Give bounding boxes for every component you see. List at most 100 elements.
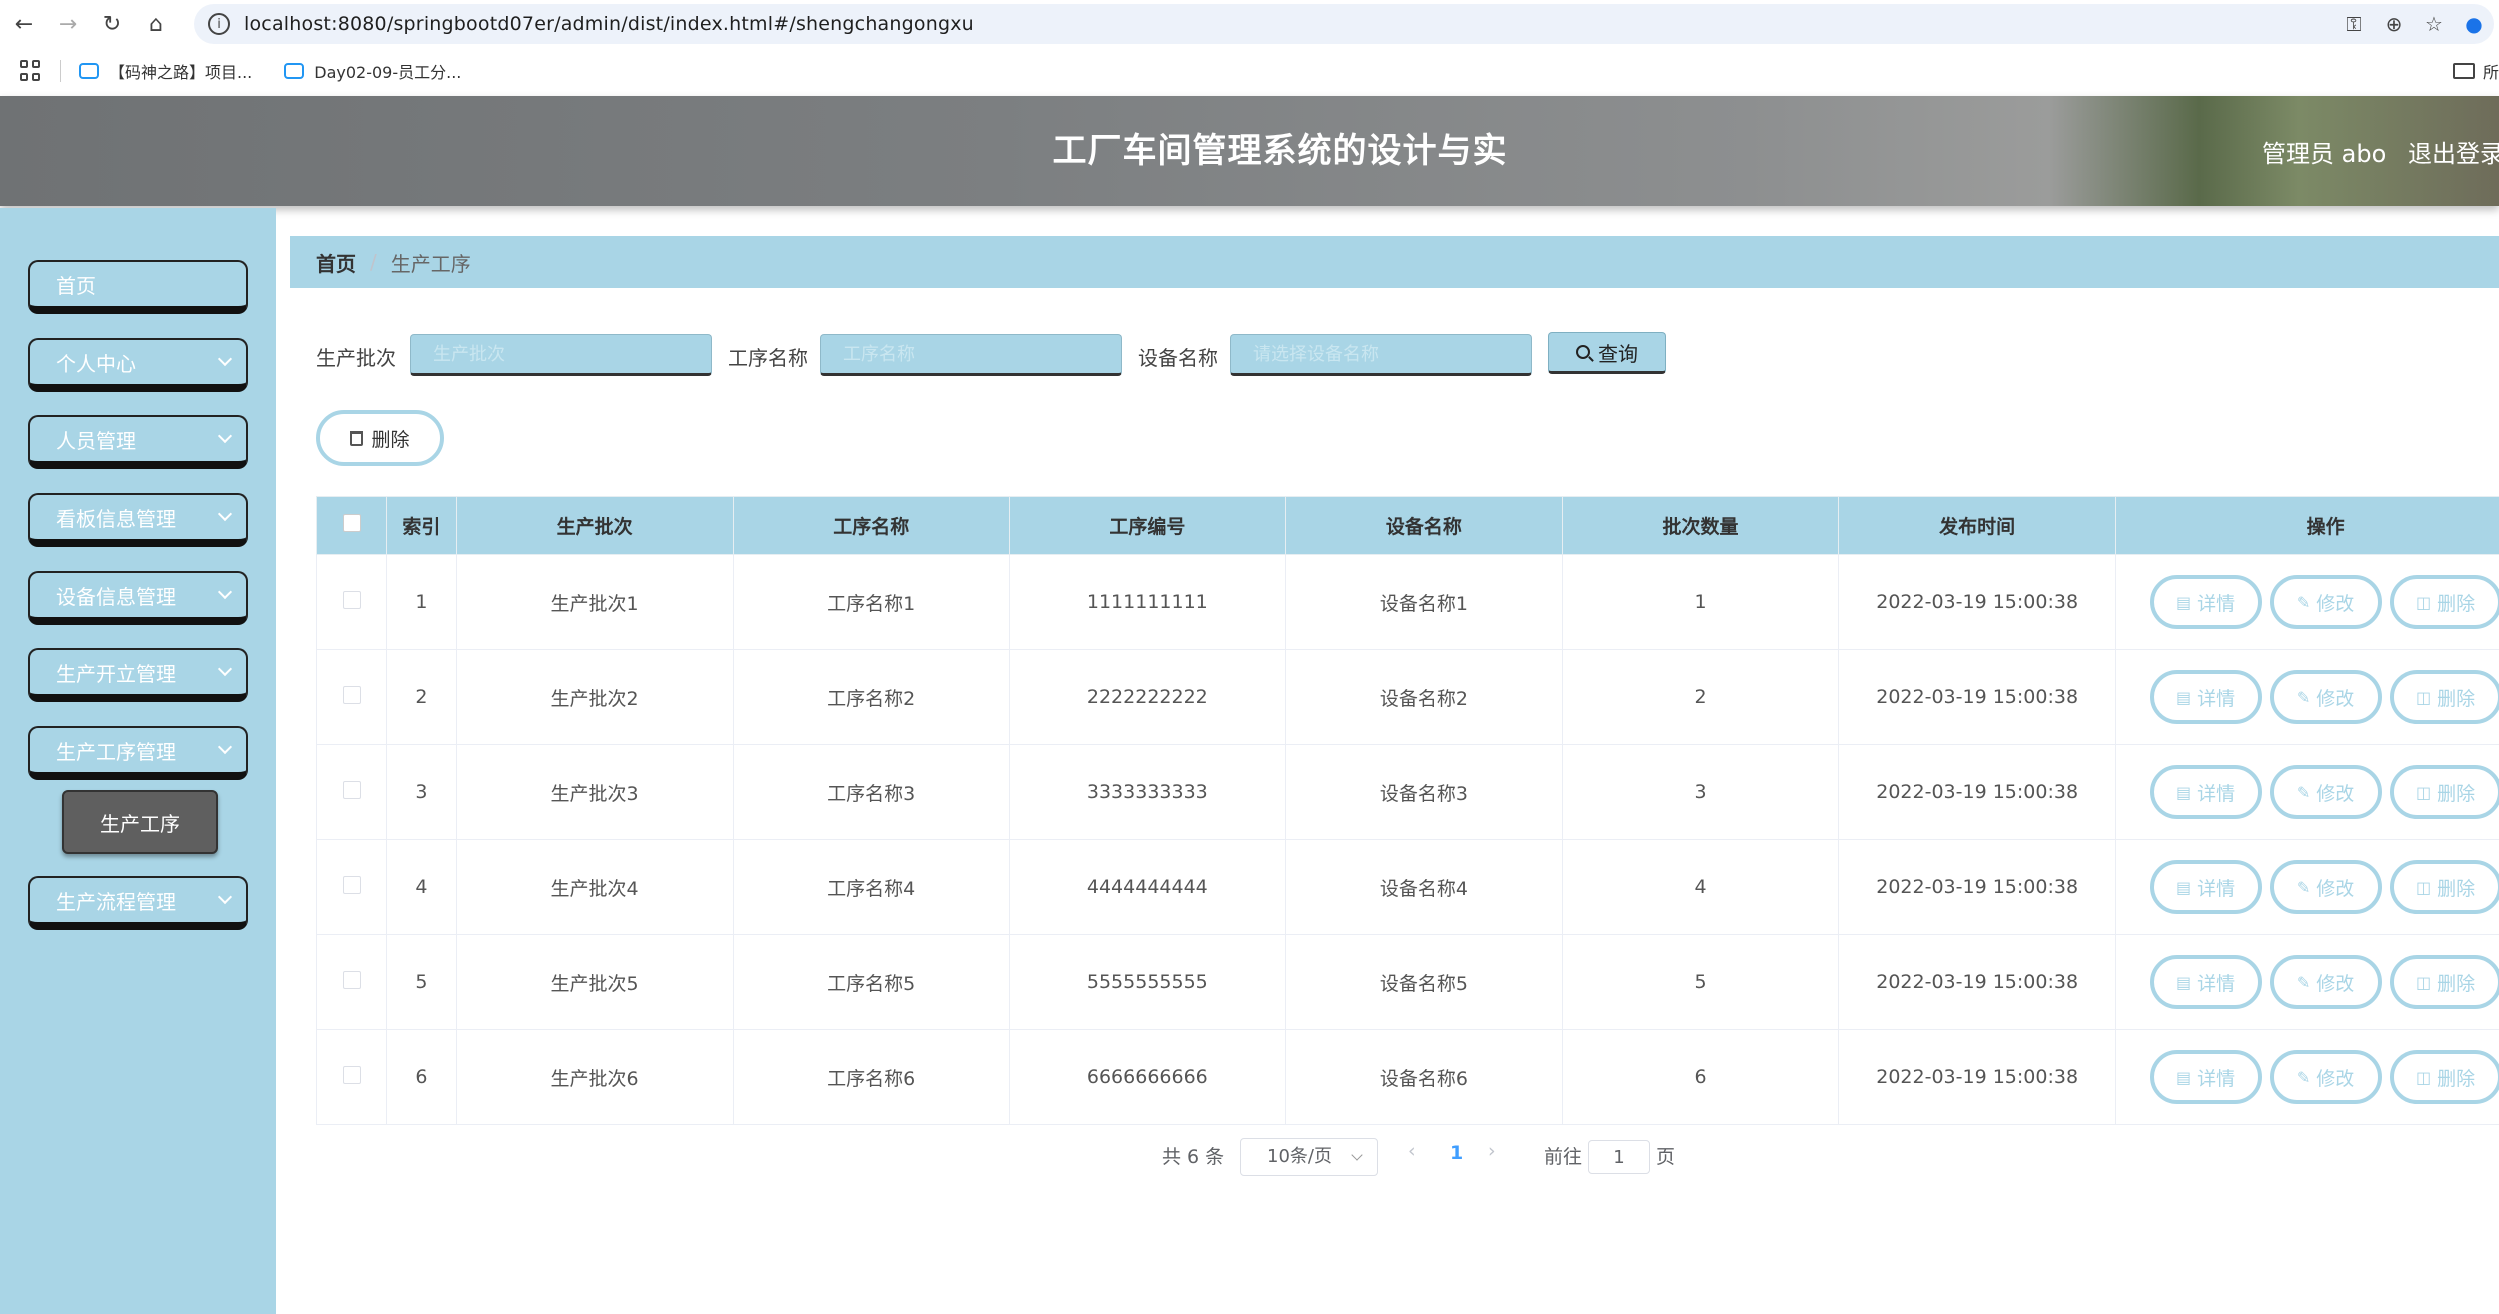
site-info-icon[interactable]: i — [208, 13, 230, 35]
process-input[interactable] — [820, 334, 1122, 376]
address-bar[interactable]: i localhost:8080/springbootd07er/admin/d… — [194, 4, 2494, 44]
row-delete-button[interactable]: ◫ 删除 — [2389, 575, 2499, 629]
detail-button[interactable]: ▤ 详情 — [2149, 765, 2262, 819]
table-row: 4 生产批次4 工序名称4 4444444444 设备名称4 4 2022-03-19 15… — [315, 839, 2499, 935]
page-number[interactable]: 1 — [1450, 1142, 1463, 1164]
edit-button[interactable]: ✎ 修改 — [2269, 670, 2382, 724]
table-cell: 5 — [1562, 934, 1840, 1030]
sidebar-item-device[interactable]: 设备信息管理 — [28, 571, 248, 625]
breadcrumb-separator: / — [370, 250, 377, 274]
column-header: 发布时间 — [1838, 496, 2117, 555]
goto-label: 前往 — [1544, 1146, 1583, 1168]
edit-button[interactable]: ✎ 修改 — [2269, 955, 2382, 1009]
all-bookmarks[interactable]: 所 — [2452, 48, 2499, 94]
table-cell: 6666666666 — [1009, 1029, 1286, 1125]
back-arrow-icon[interactable]: ← — [4, 4, 44, 44]
breadcrumb-current: 生产工序 — [390, 251, 471, 276]
password-key-icon[interactable]: ⚿ — [2334, 12, 2374, 36]
sidebar-item-label: 人员管理 — [56, 428, 136, 453]
url-text[interactable]: localhost:8080/springbootd07er/admin/dis… — [244, 13, 974, 35]
edit-button[interactable]: ✎ 修改 — [2269, 765, 2382, 819]
sidebar-item-label: 生产开立管理 — [56, 661, 176, 686]
sidebar-item-board[interactable]: 看板信息管理 — [28, 493, 248, 547]
row-checkbox[interactable] — [342, 780, 361, 799]
detail-button[interactable]: ▤ 详情 — [2149, 860, 2262, 914]
detail-button[interactable]: ▤ 详情 — [2149, 670, 2262, 724]
edit-button[interactable]: ✎ 修改 — [2269, 1050, 2382, 1104]
detail-button[interactable]: ▤ 详情 — [2149, 1050, 2262, 1104]
next-page-icon[interactable]: › — [1488, 1140, 1496, 1162]
breadcrumb-home[interactable]: 首页 — [316, 248, 356, 277]
bookmark-star-icon[interactable]: ☆ — [2414, 12, 2454, 36]
sidebar-item-process[interactable]: 生产工序管理 — [28, 726, 248, 780]
row-select-cell — [315, 649, 388, 745]
sidebar-item-flow[interactable]: 生产流程管理 — [28, 876, 248, 930]
row-delete-button[interactable]: ◫ 删除 — [2389, 765, 2499, 819]
page-size-value: 10条/页 — [1267, 1146, 1332, 1167]
table-cell: 2022-03-19 15:00:38 — [1838, 649, 2117, 745]
detail-button[interactable]: ▤ 详情 — [2149, 575, 2262, 629]
app-header: 工厂车间管理系统的设计与实 管理员 abo 退出登录 — [0, 96, 2499, 206]
detail-button[interactable]: ▤ 详情 — [2149, 955, 2262, 1009]
bilibili-icon — [284, 63, 305, 79]
query-button[interactable]: 查询 — [1548, 332, 1666, 374]
document-icon: ▤ — [2176, 592, 2192, 612]
sidebar-item-personal-center[interactable]: 个人中心 — [28, 338, 248, 392]
edit-button[interactable]: ✎ 修改 — [2269, 860, 2382, 914]
trash-icon: ◫ — [2416, 592, 2432, 612]
sidebar-item-staff[interactable]: 人员管理 — [28, 415, 248, 469]
goto-page-input[interactable] — [1588, 1140, 1650, 1174]
zoom-icon[interactable]: ⊕ — [2374, 12, 2414, 36]
row-checkbox[interactable] — [342, 875, 361, 894]
row-checkbox[interactable] — [342, 970, 361, 989]
table-row: 2 生产批次2 工序名称2 2222222222 设备名称2 2 2022-03-19 15… — [315, 649, 2499, 745]
edit-icon: ✎ — [2296, 782, 2311, 802]
batch-delete-button[interactable]: 删除 — [316, 410, 444, 466]
current-user: 管理员 abo — [2262, 140, 2387, 168]
delete-label: 删除 — [2437, 782, 2476, 805]
reload-icon[interactable]: ↻ — [92, 4, 132, 44]
table-cell: 5555555555 — [1009, 934, 1286, 1030]
row-checkbox[interactable] — [342, 685, 361, 704]
row-checkbox[interactable] — [342, 590, 361, 609]
detail-label: 详情 — [2197, 1067, 2236, 1090]
row-delete-button[interactable]: ◫ 删除 — [2389, 860, 2499, 914]
row-delete-button[interactable]: ◫ 删除 — [2389, 670, 2499, 724]
sidebar-subitem-process[interactable]: 生产工序 — [62, 790, 218, 854]
actions-cell: ▤ 详情 ✎ 修改 ◫ 删除 — [2115, 649, 2499, 745]
folder-icon — [2452, 63, 2475, 79]
batch-input[interactable] — [410, 334, 712, 376]
page-suffix: 页 — [1656, 1146, 1676, 1168]
chevron-down-icon — [217, 506, 233, 522]
select-all-checkbox[interactable] — [342, 514, 361, 532]
chevron-down-icon — [217, 584, 233, 600]
table-cell: 设备名称4 — [1285, 839, 1563, 935]
row-delete-button[interactable]: ◫ 删除 — [2389, 955, 2499, 1009]
page-size-select[interactable]: 10条/页 — [1240, 1138, 1378, 1176]
sidebar-item-home[interactable]: 首页 — [28, 260, 248, 314]
logout-link[interactable]: 退出登录 — [2408, 134, 2499, 169]
bookmark-item[interactable]: Day02-09-员工分... — [284, 59, 461, 83]
row-delete-button[interactable]: ◫ 删除 — [2389, 1050, 2499, 1104]
forward-arrow-icon[interactable]: → — [48, 4, 88, 44]
apps-grid-icon[interactable] — [20, 60, 42, 82]
table-cell: 工序名称1 — [733, 554, 1010, 650]
prev-page-icon[interactable]: ‹ — [1408, 1140, 1416, 1162]
device-select[interactable] — [1230, 334, 1532, 376]
profile-icon[interactable]: ● — [2454, 12, 2494, 36]
row-select-cell — [315, 839, 388, 935]
edit-button[interactable]: ✎ 修改 — [2269, 575, 2382, 629]
edit-icon: ✎ — [2296, 687, 2311, 707]
bookmark-item[interactable]: 【码神之路】项目... — [79, 59, 252, 83]
row-checkbox[interactable] — [342, 1065, 361, 1084]
document-icon: ▤ — [2176, 782, 2192, 802]
column-header: 索引 — [386, 496, 457, 555]
table-cell: 设备名称2 — [1285, 649, 1563, 745]
table-cell: 6 — [386, 1029, 457, 1125]
sidebar-item-production-order[interactable]: 生产开立管理 — [28, 648, 248, 702]
home-icon[interactable]: ⌂ — [136, 4, 176, 44]
column-header: 操作 — [2115, 496, 2499, 555]
trash-icon: ◫ — [2416, 687, 2432, 707]
table-cell: 生产批次5 — [456, 934, 734, 1030]
row-select-cell — [315, 554, 388, 650]
